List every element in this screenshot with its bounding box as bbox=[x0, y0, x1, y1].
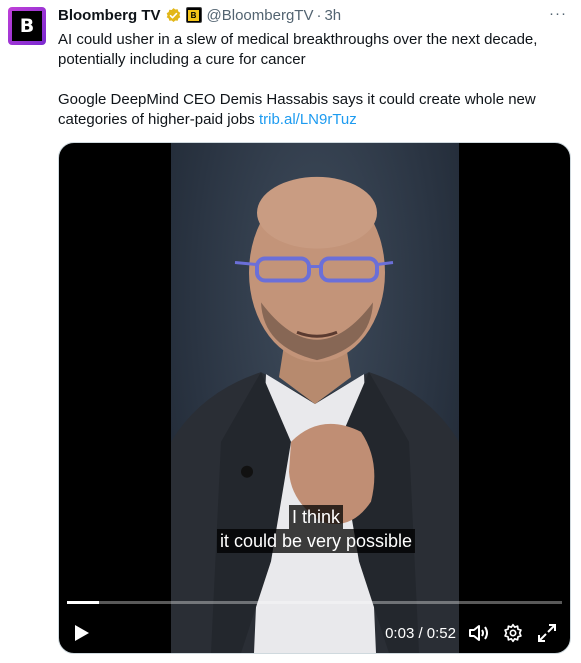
more-options-icon[interactable]: ··· bbox=[549, 5, 567, 22]
affiliate-letter: B bbox=[188, 9, 200, 21]
video-controls: 0:03 / 0:52 bbox=[59, 615, 570, 651]
post-text: AI could usher in a slew of medical brea… bbox=[58, 30, 568, 130]
play-button[interactable] bbox=[71, 622, 93, 644]
video-timecode: 0:03 / 0:52 bbox=[385, 624, 456, 642]
subtitle-line: it could be very possible bbox=[216, 529, 416, 553]
post-text-line: potentially including a cure for cancer bbox=[58, 51, 306, 68]
affiliate-badge-icon: B bbox=[185, 7, 202, 23]
post-text-line: AI could usher in a slew of medical brea… bbox=[58, 31, 538, 48]
avatar-letter: B bbox=[12, 11, 42, 41]
video-frame[interactable] bbox=[171, 143, 459, 653]
verified-badge-icon bbox=[166, 7, 180, 22]
play-icon bbox=[75, 625, 89, 641]
avatar[interactable]: B bbox=[8, 7, 46, 45]
video-progress-fill bbox=[67, 601, 100, 604]
author-handle[interactable]: @BloombergTV bbox=[207, 7, 314, 24]
author-name[interactable]: Bloomberg TV bbox=[58, 7, 161, 24]
fullscreen-icon bbox=[538, 624, 556, 642]
post-text-line: Google DeepMind CEO Demis Hassabis says … bbox=[58, 91, 536, 108]
subtitle-line: I think bbox=[288, 505, 344, 529]
post-time[interactable]: 3h bbox=[324, 7, 341, 24]
post-text-line: categories of higher-paid jobs trib.al/L… bbox=[58, 110, 568, 130]
post-link[interactable]: trib.al/LN9rTuz bbox=[259, 111, 357, 128]
volume-icon bbox=[469, 625, 488, 641]
volume-button[interactable] bbox=[468, 622, 490, 644]
gear-icon bbox=[504, 623, 522, 643]
video-player[interactable]: I think it could be very possible 0:03 /… bbox=[58, 142, 571, 654]
post-text-fragment: categories of higher-paid jobs bbox=[58, 111, 259, 128]
subtitles: I think it could be very possible bbox=[209, 505, 423, 553]
fullscreen-button[interactable] bbox=[536, 622, 558, 644]
separator-dot: · bbox=[316, 6, 322, 24]
speaker-image bbox=[171, 176, 459, 653]
post-header: Bloomberg TV B @BloombergTV · 3h ··· bbox=[58, 5, 571, 25]
video-progress-bar[interactable] bbox=[67, 601, 562, 604]
settings-button[interactable] bbox=[502, 622, 524, 644]
